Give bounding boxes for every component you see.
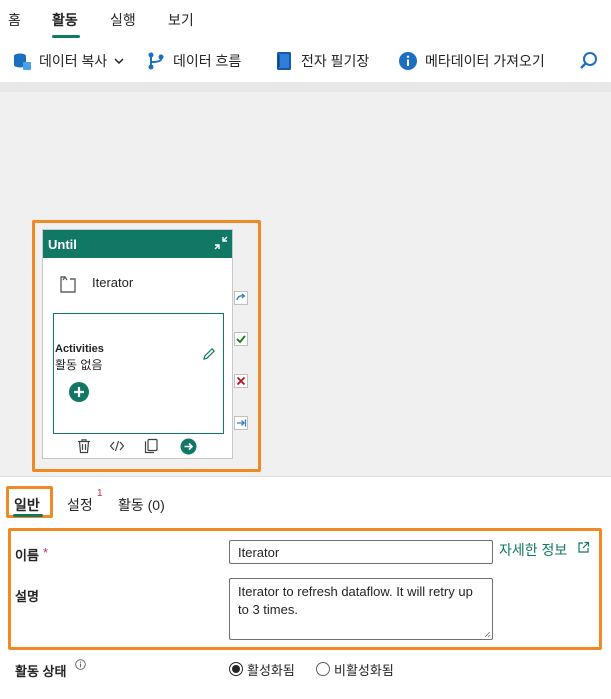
- description-textarea[interactable]: Iterator to refresh dataflow. It will re…: [229, 578, 493, 640]
- activities-title: Activities: [55, 343, 104, 355]
- required-marker: *: [43, 545, 49, 560]
- notebook-icon: [277, 52, 291, 70]
- notebook-button[interactable]: 전자 필기장: [274, 48, 369, 74]
- tab-run[interactable]: 실행: [110, 10, 136, 30]
- until-activity-card[interactable]: Until Iterator Activities 활동 없음: [42, 229, 233, 459]
- top-tab-bar: 홈 활동 실행 보기: [0, 0, 611, 40]
- radio-active-label: 활성화됨: [247, 662, 295, 678]
- resize-handle-icon[interactable]: [484, 631, 491, 638]
- tab-home[interactable]: 홈: [8, 10, 21, 30]
- dataflow-button[interactable]: 데이터 흐름: [146, 48, 241, 74]
- search-icon: [580, 52, 597, 69]
- info-tooltip-icon[interactable]: [75, 659, 86, 670]
- name-label: 이름: [15, 548, 39, 563]
- radio-active-dot: [232, 665, 240, 673]
- radio-inactive[interactable]: 비활성화됨: [316, 660, 416, 678]
- activities-empty-text: 활동 없음: [55, 358, 103, 372]
- iterator-label: Iterator: [92, 275, 134, 290]
- copy-data-icon: [14, 53, 31, 70]
- name-input[interactable]: Iterator: [229, 540, 493, 564]
- failure-connector-icon[interactable]: [234, 374, 248, 388]
- description-value: Iterator to refresh dataflow. It will re…: [238, 584, 473, 617]
- success-connector-icon[interactable]: [234, 332, 248, 346]
- inner-activities-box[interactable]: Activities 활동 없음: [53, 313, 224, 434]
- tab-settings[interactable]: 설정: [67, 495, 93, 515]
- activity-state-label: 활동 상태: [15, 664, 67, 679]
- lookup-button[interactable]: [578, 48, 607, 74]
- ribbon-divider: [0, 82, 611, 92]
- tab-view[interactable]: 보기: [168, 10, 194, 30]
- radio-inactive-label: 비활성화됨: [334, 662, 394, 678]
- until-header: Until: [43, 230, 232, 258]
- completion-connector-icon[interactable]: [234, 416, 248, 430]
- tab-activities-count[interactable]: 활동 (0): [118, 495, 165, 515]
- collapse-icon[interactable]: [213, 235, 229, 251]
- description-label: 설명: [15, 589, 39, 604]
- copy-icon[interactable]: [143, 438, 159, 454]
- get-metadata-label: 메타데이터 가져오기: [425, 53, 545, 69]
- code-icon[interactable]: [109, 438, 125, 454]
- settings-badge: 1: [97, 488, 103, 499]
- name-input-value: Iterator: [238, 545, 280, 560]
- copy-data-label: 데이터 복사: [39, 53, 108, 69]
- tab-activities[interactable]: 활동: [52, 10, 78, 30]
- tab-settings-label: 설정: [67, 497, 93, 513]
- go-to-icon[interactable]: [180, 438, 197, 455]
- notebook-label: 전자 필기장: [301, 53, 370, 69]
- radio-active[interactable]: 활성화됨: [229, 660, 309, 678]
- dataflow-label: 데이터 흐름: [173, 53, 242, 69]
- skip-connector-icon[interactable]: [234, 291, 248, 305]
- chevron-down-icon: [114, 58, 124, 65]
- general-tab-underline: [13, 514, 43, 517]
- info-icon: [399, 52, 417, 70]
- add-activity-icon[interactable]: [69, 382, 89, 402]
- active-tab-underline: [52, 35, 80, 38]
- external-link-icon: [578, 541, 590, 553]
- edit-icon[interactable]: [202, 347, 216, 361]
- delete-icon[interactable]: [76, 438, 92, 454]
- dataflow-icon: [148, 52, 164, 70]
- get-metadata-button[interactable]: 메타데이터 가져오기: [398, 48, 545, 74]
- learn-more-link[interactable]: 자세한 정보: [499, 540, 567, 560]
- radio-active-button: [229, 662, 243, 676]
- copy-data-button[interactable]: 데이터 복사: [12, 48, 125, 74]
- tab-general[interactable]: 일반: [14, 495, 40, 515]
- ribbon-toolbar: 데이터 복사 데이터 흐름 전자 필기장 메타데이터 가져오기: [0, 40, 611, 82]
- iterator-icon: [60, 275, 76, 293]
- until-title: Until: [48, 237, 77, 252]
- radio-inactive-button: [316, 662, 330, 676]
